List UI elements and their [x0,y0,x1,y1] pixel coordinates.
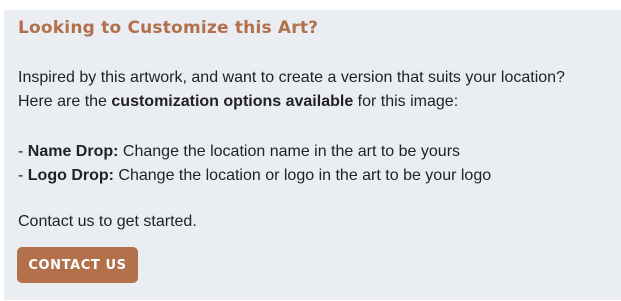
option-bullet: - [18,167,28,184]
contact-us-button[interactable]: CONTACT US [17,247,138,283]
options-list: - Name Drop: Change the location name in… [18,140,491,188]
panel-heading: Looking to Customize this Art? [18,18,319,38]
option-title: Name Drop: [27,143,119,160]
option-description: Change the location or logo in the art t… [113,167,492,184]
intro-line-2-end: for this image: [353,93,459,110]
option-description: Change the location name in the art to b… [118,143,461,160]
option-title: Logo Drop: [27,167,114,184]
intro-line-2-start: Here are the [18,93,112,110]
intro-paragraph: Inspired by this artwork, and want to cr… [18,66,565,114]
option-name-drop: - Name Drop: Change the location name in… [18,140,491,164]
option-logo-drop: - Logo Drop: Change the location or logo… [18,164,491,188]
customization-options-emphasis: customization options available [111,93,354,110]
intro-line-1: Inspired by this artwork, and want to cr… [18,69,565,86]
customize-art-panel: Looking to Customize this Art? Inspired … [4,10,621,300]
option-bullet: - [18,143,28,160]
contact-text: Contact us to get started. [18,213,197,230]
intro-line-2: Here are the customization options avail… [18,90,565,114]
